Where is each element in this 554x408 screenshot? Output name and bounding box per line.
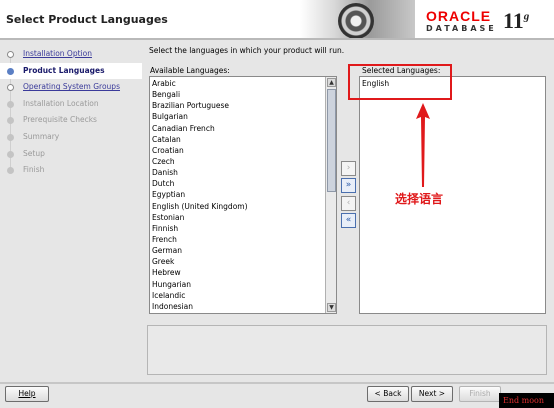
selected-languages-list[interactable]: English [359, 76, 546, 314]
instruction-text: Select the languages in which your produ… [149, 46, 345, 55]
available-language-item[interactable]: Canadian French [151, 123, 335, 134]
available-language-item[interactable]: Czech [151, 156, 335, 167]
move-right-button[interactable]: › [341, 161, 356, 176]
available-language-item[interactable]: Catalan [151, 134, 335, 145]
available-language-item[interactable]: Estonian [151, 212, 335, 223]
available-languages-list[interactable]: Arabic Bengali Brazilian Portuguese Bulgari… [149, 76, 337, 314]
available-language-item[interactable]: Hebrew [151, 267, 335, 278]
available-language-item[interactable]: Finnish [151, 223, 335, 234]
available-language-item[interactable]: French [151, 234, 335, 245]
scroll-up-icon[interactable]: ▲ [327, 78, 336, 87]
available-list-scrollbar[interactable]: ▲ ▼ [325, 77, 336, 313]
nav-item-prerequisite-checks: Prerequisite Checks [0, 112, 142, 129]
move-all-right-button[interactable]: » [341, 178, 356, 193]
database-label: DATABASE [426, 24, 497, 33]
available-language-item[interactable]: German [151, 245, 335, 256]
step-nav: Installation Option Product Languages Op… [0, 46, 142, 179]
oracle-logo: ORACLE [426, 8, 492, 24]
available-languages-label: Available Languages: [150, 66, 230, 75]
message-area [147, 325, 547, 375]
nav-item-installation-location: Installation Location [0, 96, 142, 113]
watermark: End moon [499, 393, 554, 408]
annotation-text: 选择语言 [395, 192, 444, 206]
step-pending-icon [7, 133, 14, 141]
available-language-item[interactable]: Brazilian Portuguese [151, 100, 335, 111]
available-language-item[interactable]: Dutch [151, 178, 335, 189]
step-pending-icon [7, 100, 14, 108]
nav-item-summary: Summary [0, 129, 142, 146]
available-language-item[interactable]: Hungarian [151, 279, 335, 290]
available-language-item[interactable]: Bulgarian [151, 111, 335, 122]
nav-item-product-languages[interactable]: Product Languages [0, 62, 142, 80]
available-language-item[interactable]: Croatian [151, 145, 335, 156]
step-pending-icon [7, 117, 14, 125]
version-logo: 11g [503, 8, 530, 33]
nav-item-setup: Setup [0, 146, 142, 163]
nav-item-operating-system-groups[interactable]: Operating System Groups [0, 79, 142, 96]
move-left-button[interactable]: ‹ [341, 196, 356, 211]
annotation-highlight-box [348, 64, 452, 100]
available-language-item[interactable]: Danish [151, 167, 335, 178]
step-pending-icon [7, 167, 14, 175]
help-button[interactable]: Help [5, 386, 49, 402]
header: Select Product Languages ORACLE DATABASE… [0, 0, 554, 38]
move-all-left-button[interactable]: « [341, 213, 356, 228]
available-language-item[interactable]: Arabic [151, 78, 335, 89]
page-title: Select Product Languages [6, 13, 168, 26]
available-language-item[interactable]: Bengali [151, 89, 335, 100]
scroll-down-icon[interactable]: ▼ [327, 303, 336, 312]
nav-item-finish: Finish [0, 162, 142, 179]
back-button[interactable]: < Back [367, 386, 409, 402]
available-language-item[interactable]: Greek [151, 256, 335, 267]
finish-button[interactable]: Finish [459, 386, 501, 402]
annotation-arrow-icon [416, 103, 430, 187]
step-pending-icon [7, 150, 14, 158]
gear-icon [338, 3, 374, 38]
available-language-item[interactable]: Indonesian [151, 301, 335, 312]
nav-item-installation-option[interactable]: Installation Option [0, 46, 142, 63]
button-bar-separator [0, 382, 554, 384]
header-separator [0, 38, 554, 40]
available-language-item[interactable]: English (United Kingdom) [151, 201, 335, 212]
scroll-thumb[interactable] [327, 89, 336, 192]
step-current-icon [7, 67, 14, 75]
step-done-icon [7, 84, 14, 92]
next-button[interactable]: Next > [411, 386, 453, 402]
step-done-icon [7, 51, 14, 58]
available-language-item[interactable]: Icelandic [151, 290, 335, 301]
available-language-item[interactable]: Egyptian [151, 189, 335, 200]
